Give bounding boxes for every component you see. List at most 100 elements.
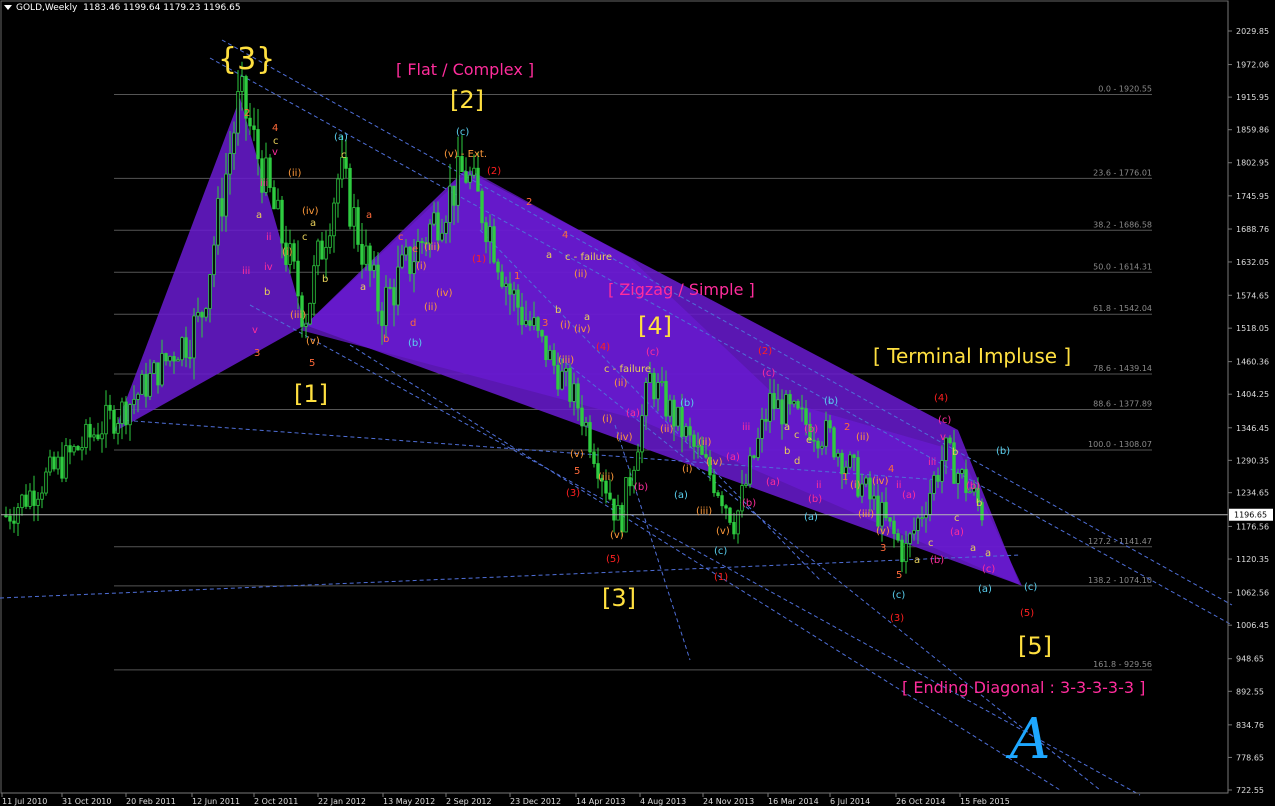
chevron-down-icon[interactable] [4,5,12,10]
time-label-14: 26 Oct 2014 [896,797,945,806]
candle-body-168 [676,406,680,427]
ending-diagonal-label: [ Ending Diagonal : 3-3-3-3-3 ] [902,678,1146,697]
time-label-8: 23 Dec 2012 [510,797,561,806]
candle-body-218 [876,495,880,527]
fib-label-6: 88.6 - 1377.89 [1093,400,1152,409]
candle-body-12 [52,456,56,470]
candle-body-211 [848,454,852,468]
candle-body-212 [852,454,856,458]
fib-label-1: 23.6 - 1776.01 [1093,168,1152,177]
candle-body-102 [412,261,416,274]
candle-body-43 [176,359,180,362]
candle-body-198 [796,401,800,409]
wave-mark-109: (b) [966,481,980,492]
candle-body-224 [900,539,904,563]
candle-body-51 [208,274,212,309]
candle-body-34 [140,373,144,395]
candle-body-129 [520,306,524,325]
price-label-10: 1460.36 [1236,358,1269,367]
wave-mark-64: (iii) [696,506,712,517]
wave-mark-23: a [366,210,372,221]
fib-label-0: 0.0 - 1920.55 [1098,84,1152,93]
wave-3-label: [3] [602,584,636,612]
wave-mark-33: (iv) [436,288,453,299]
wave-mark-116: (a) [978,584,992,595]
wave-mark-108: b [952,447,958,458]
time-label-2: 20 Feb 2011 [126,797,176,806]
candle-body-226 [908,533,912,544]
zigzag-simple-label: [ Zigzag / Simple ] [608,280,755,299]
wave-mark-81: b [784,446,790,457]
candle-body-32 [132,399,136,405]
candle-body-228 [916,517,920,531]
candle-body-41 [168,356,172,362]
candle-body-229 [920,517,924,520]
wave-mark-58: (5) [606,554,620,565]
price-label-9: 1518.05 [1236,324,1269,333]
wave-mark-21: (a) [334,132,348,143]
candle-body-227 [912,529,916,535]
wave-mark-7: iii [242,266,250,277]
candle-body-133 [536,317,540,331]
candle-body-182 [732,522,736,535]
candle-body-165 [664,381,668,417]
time-label-7: 2 Sep 2012 [446,797,492,806]
trend-line-5 [0,554,1021,599]
candle-body-142 [572,383,576,402]
candle-body-145 [584,422,588,427]
candle-body-78 [316,240,320,267]
candle-body-18 [76,446,80,451]
candle-body-97 [392,287,396,306]
fib-label-9: 138.2 - 1074.10 [1088,576,1152,585]
candle-body-92 [372,264,376,271]
wave-mark-72: (b) [742,498,756,509]
candle-body-38 [156,362,160,386]
wave-mark-48: (4) [596,342,610,353]
candle-body-93 [376,264,380,312]
candle-body-219 [880,502,884,527]
wave-mark-71: (a) [726,452,740,463]
candle-body-166 [668,399,672,417]
candle-body-29 [120,401,124,424]
candle-body-0 [4,515,8,518]
wave-mark-87: 2 [844,422,850,433]
candle-body-15 [64,445,68,479]
candle-body-42 [172,356,176,362]
candle-body-58 [236,91,240,134]
wave-mark-38: 2 [526,197,532,208]
wave-mark-37: 1 [514,271,520,282]
candle-body-153 [616,505,620,521]
time-label-11: 24 Nov 2013 [703,797,754,806]
fib-label-2: 38.2 - 1686.58 [1093,220,1152,229]
wave-mark-84: (b) [808,494,822,505]
candle-body-27 [112,409,116,434]
candle-body-205 [824,420,828,447]
wave-mark-29: (b) [408,338,422,349]
candle-body-128 [516,289,520,308]
price-label-4: 1802.95 [1236,159,1269,168]
wave-mark-47: (iii) [558,355,574,366]
candle-body-47 [192,315,196,359]
wave-mark-43: (ii) [574,269,587,280]
price-label-5: 1745.95 [1236,192,1269,201]
candle-body-222 [892,520,896,534]
candle-body-109 [440,232,444,241]
time-label-9: 14 Apr 2013 [576,797,625,806]
candle-body-7 [32,490,36,506]
wave-mark-114: a [985,548,991,559]
wave-mark-6: ii [266,232,272,243]
candle-body-137 [552,350,556,366]
candle-body-69 [280,199,284,244]
wave-5-label: [5] [1018,632,1052,660]
candle-body-75 [304,323,308,327]
wave-mark-68: (b) [680,398,694,409]
wave-mark-41: a [546,250,552,261]
candle-body-68 [276,199,280,210]
terminal-impulse-label: [ Terminal Impluse ] [873,344,1072,368]
candle-body-232 [932,475,936,494]
candle-body-77 [312,265,316,304]
candle-body-28 [116,423,120,434]
candle-body-88 [356,207,360,245]
candle-body-238 [956,473,960,484]
failure-label-2: c - failure [604,364,652,375]
